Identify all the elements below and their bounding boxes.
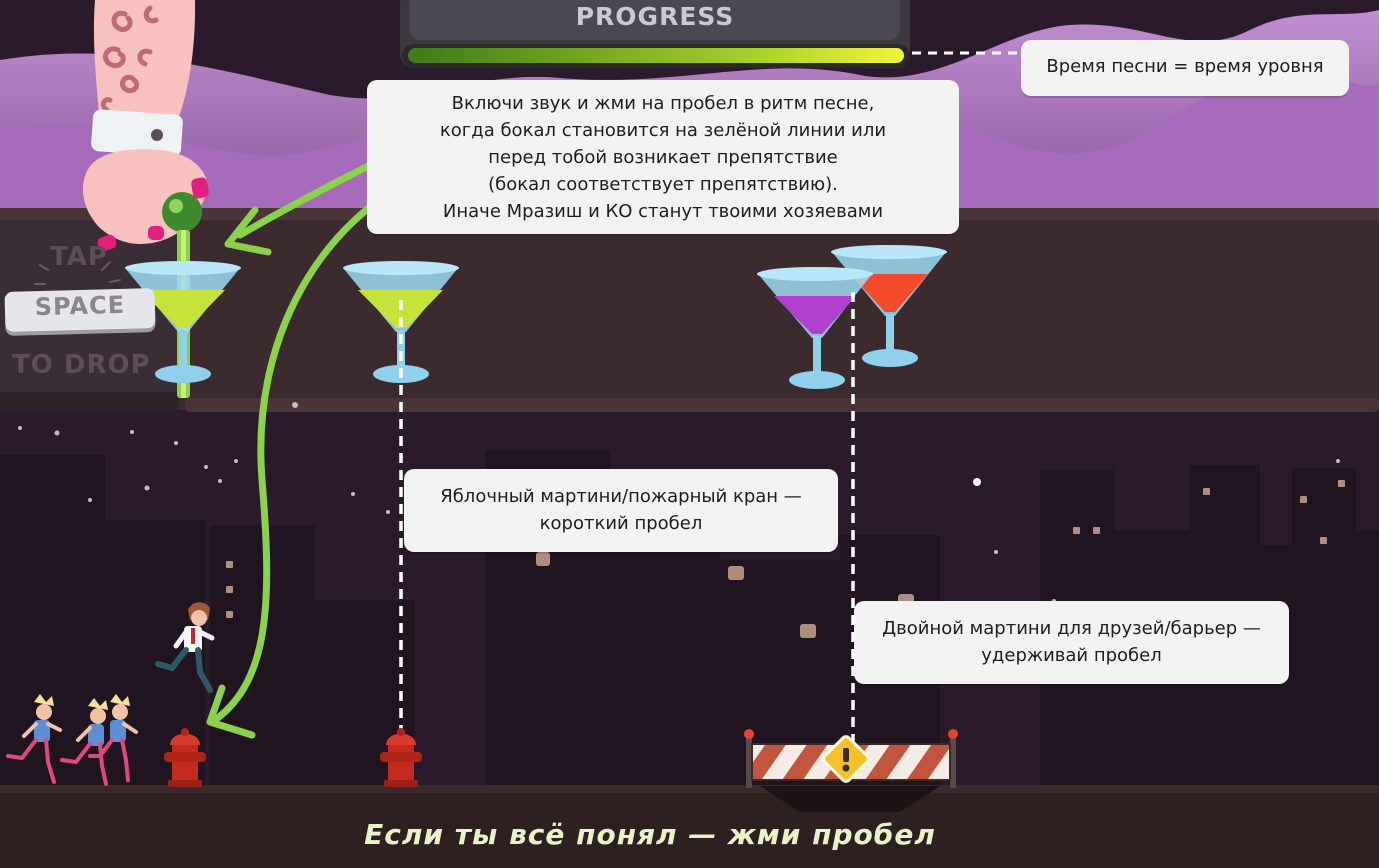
continue-hint: Если ты всё понял — жми пробел <box>364 818 936 851</box>
song-time-text: Время песни = время уровня <box>1046 56 1324 77</box>
progress-bar-fill <box>408 48 904 63</box>
bar-shelf-bottom-edge <box>185 398 1379 412</box>
space-key[interactable]: SPACE <box>4 288 156 332</box>
progress-label: PROGRESS <box>575 2 735 31</box>
space-key-label: SPACE <box>34 290 126 322</box>
instruction-line: когда бокал становится на зелёной линии … <box>439 120 887 141</box>
apple-martini-callout: Яблочный мартини/пожарный кран — коротки… <box>404 469 838 552</box>
instruction-line: Иначе Мразиш и КО станут твоими хозяевам… <box>442 201 884 222</box>
double-martini-line: удерживай пробел <box>981 645 1162 666</box>
apple-martini-line: Яблочный мартини/пожарный кран — <box>440 486 802 507</box>
bar-shelf <box>0 208 1379 410</box>
tap-label: TAP <box>50 242 108 272</box>
instruction-line: перед тобой возникает препятствие <box>488 147 838 168</box>
double-martini-callout: Двойной мартини для друзей/барьер — удер… <box>854 601 1289 684</box>
double-martini-line: Двойной мартини для друзей/барьер — <box>882 618 1261 639</box>
instruction-line: (бокал соответствует препятствию). <box>488 174 838 195</box>
song-time-callout: Время песни = время уровня <box>1021 40 1349 96</box>
ground-edge <box>0 785 1379 793</box>
main-instructions-callout: Включи звук и жми на пробел в ритм песне… <box>367 80 959 234</box>
instruction-line: Включи звук и жми на пробел в ритм песне… <box>451 93 875 114</box>
to-drop-label: TO DROP <box>12 350 151 380</box>
tap-panel-shadow <box>0 392 178 410</box>
apple-martini-line: короткий пробел <box>539 513 703 534</box>
